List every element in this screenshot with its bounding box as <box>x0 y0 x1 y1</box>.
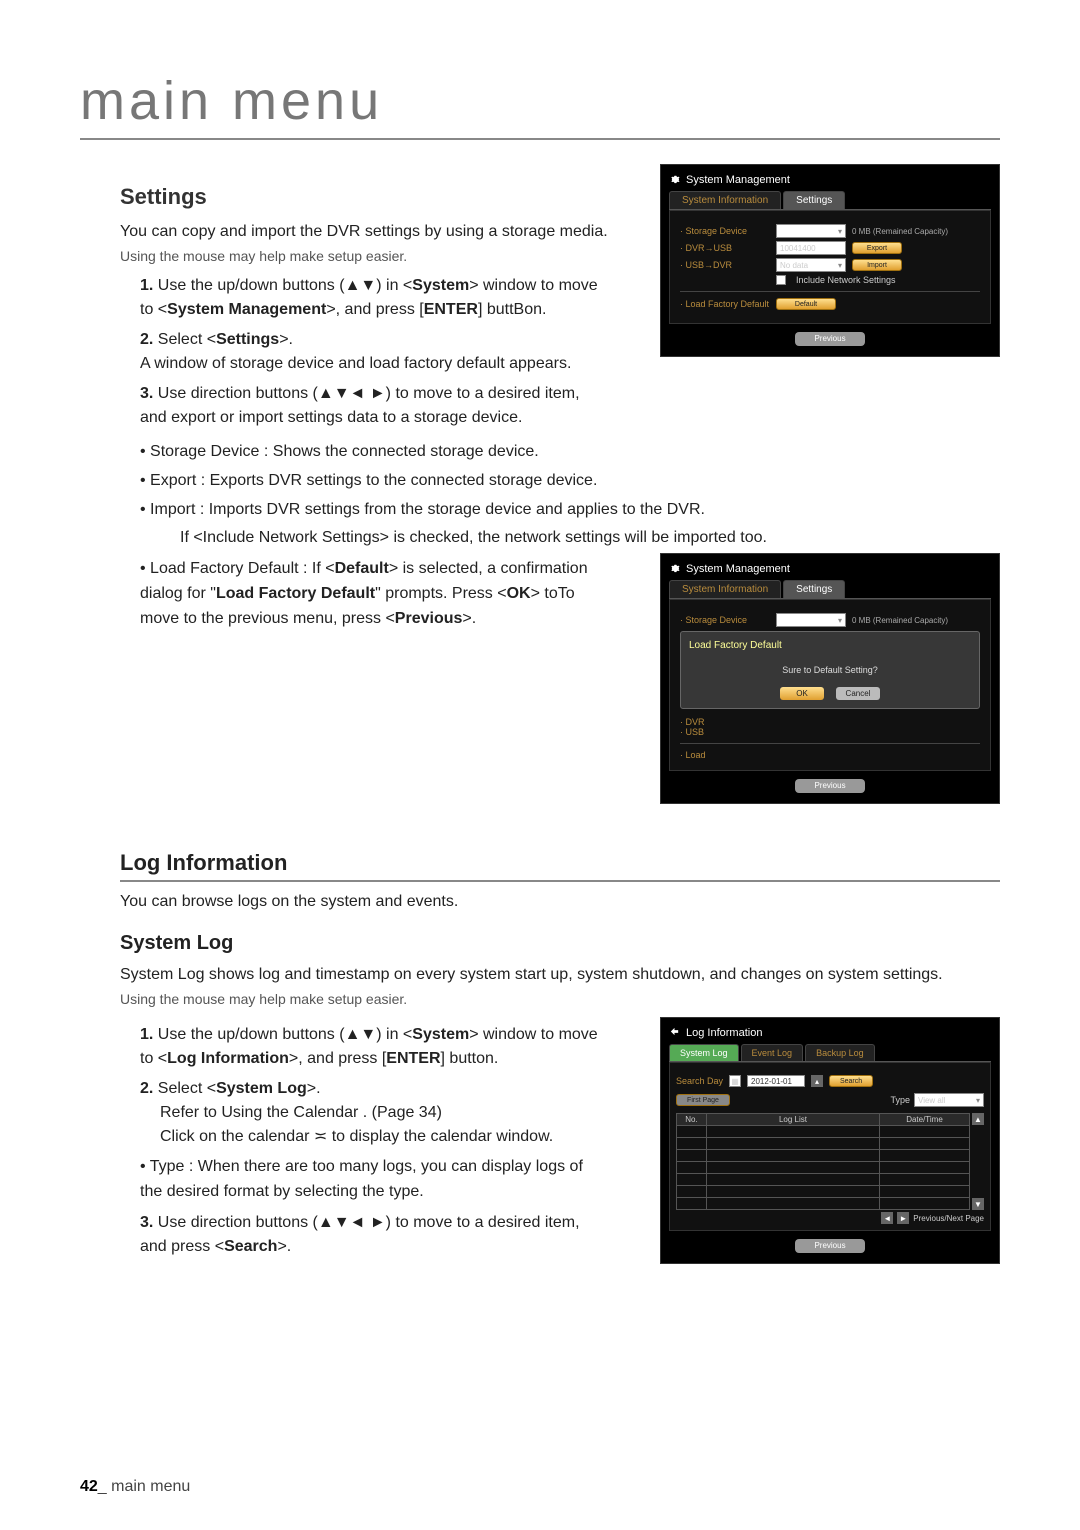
table-row <box>677 1162 970 1174</box>
bullet-storage-device: • Storage Device : Shows the connected s… <box>140 440 920 465</box>
next-page-button[interactable]: ► <box>897 1212 909 1224</box>
previous-button[interactable]: Previous <box>795 779 865 793</box>
syslog-bullet-type: • Type : When there are too many logs, y… <box>140 1155 600 1205</box>
col-log-list: Log List <box>707 1114 880 1126</box>
scroll-down-button[interactable]: ▼ <box>972 1198 984 1210</box>
type-select[interactable]: View all▾ <box>914 1093 984 1107</box>
col-date-time: Date/Time <box>880 1114 970 1126</box>
gear-icon <box>669 173 680 187</box>
confirm-dialog: Load Factory Default Sure to Default Set… <box>680 631 980 709</box>
usb-dvr-select[interactable]: No data▾ <box>776 258 846 272</box>
settings-mouse-note: Using the mouse may help make setup easi… <box>120 248 640 264</box>
first-page-button[interactable]: First Page <box>676 1094 730 1106</box>
previous-button[interactable]: Previous <box>795 332 865 346</box>
log-information-dialog: Log Information System Log Event Log Bac… <box>660 1017 1000 1264</box>
tab-backup-log[interactable]: Backup Log <box>805 1044 875 1061</box>
syslog-step-3: 3. Use direction buttons (▲▼◄ ►) to move… <box>140 1211 600 1259</box>
table-row <box>677 1174 970 1186</box>
bullet-import-sub: If <Include Network Settings> is checked… <box>180 526 1000 551</box>
dialog-title: Log Information <box>686 1027 762 1039</box>
label-usb-to-dvr: · USB→DVR <box>680 260 770 270</box>
calendar-icon[interactable]: ▦ <box>729 1075 741 1087</box>
log-table: No. Log List Date/Time <box>676 1113 970 1210</box>
label-load-factory-default: · Load Factory Default <box>680 299 770 309</box>
log-info-heading: Log Information <box>120 850 1000 882</box>
table-row <box>677 1198 970 1210</box>
tab-system-information[interactable]: System Information <box>669 580 781 598</box>
label-capacity: 0 MB (Remained Capacity) <box>852 616 948 625</box>
dialog-title: System Management <box>686 563 790 575</box>
col-no: No. <box>677 1114 707 1126</box>
tab-system-log[interactable]: System Log <box>669 1044 739 1061</box>
cancel-button[interactable]: Cancel <box>836 687 880 700</box>
label-load-stub: · Load <box>680 750 706 760</box>
system-log-mouse-note: Using the mouse may help make setup easi… <box>120 991 1000 1007</box>
settings-step-1: 1. Use the up/down buttons (▲▼) in <Syst… <box>140 274 600 322</box>
date-field[interactable]: 2012-01-01 <box>747 1075 805 1087</box>
label-include-network: Include Network Settings <box>796 275 896 285</box>
syslog-step-1: 1. Use the up/down buttons (▲▼) in <Syst… <box>140 1023 600 1071</box>
import-button[interactable]: Import <box>852 259 902 271</box>
storage-device-select[interactable]: ▾ <box>776 613 846 627</box>
system-log-intro: System Log shows log and timestamp on ev… <box>120 963 1000 987</box>
dvr-usb-value: 10041400 <box>776 241 846 255</box>
settings-step-3: 3. Use direction buttons (▲▼◄ ►) to move… <box>140 382 600 430</box>
tab-settings[interactable]: Settings <box>783 580 845 598</box>
search-button[interactable]: Search <box>829 1075 873 1087</box>
label-storage-device: · Storage Device <box>680 226 770 236</box>
storage-device-select[interactable]: ▾ <box>776 224 846 238</box>
tab-event-log[interactable]: Event Log <box>741 1044 804 1061</box>
dialog-title: System Management <box>686 174 790 186</box>
scroll-up-button[interactable]: ▲ <box>972 1113 984 1125</box>
table-row <box>677 1186 970 1198</box>
prev-page-button[interactable]: ◄ <box>881 1212 893 1224</box>
export-button[interactable]: Export <box>852 242 902 254</box>
label-dvr-stub: · DVR <box>680 717 705 727</box>
ok-button[interactable]: OK <box>780 687 824 700</box>
label-search-day: Search Day <box>676 1076 723 1086</box>
syslog-step-2: 2. Select <System Log>. Refer to Using t… <box>140 1077 600 1149</box>
previous-button[interactable]: Previous <box>795 1239 865 1253</box>
bullet-export: • Export : Exports DVR settings to the c… <box>140 469 920 494</box>
bullet-lfd: • Load Factory Default : If <Default> is… <box>140 557 600 631</box>
table-row <box>677 1126 970 1138</box>
include-network-checkbox[interactable] <box>776 275 786 285</box>
system-management-dialog: System Management System Information Set… <box>660 164 1000 357</box>
date-spin[interactable]: ▴ <box>811 1075 823 1087</box>
label-type: Type <box>890 1095 910 1105</box>
gear-icon <box>669 562 680 576</box>
tab-system-information[interactable]: System Information <box>669 191 781 209</box>
confirm-message: Sure to Default Setting? <box>689 665 971 675</box>
tab-settings[interactable]: Settings <box>783 191 845 209</box>
label-dvr-to-usb: · DVR→USB <box>680 243 770 253</box>
system-management-dialog-confirm: System Management System Information Set… <box>660 553 1000 804</box>
settings-heading: Settings <box>120 184 640 210</box>
settings-intro: You can copy and import the DVR settings… <box>120 220 640 244</box>
dialog-header: System Management <box>669 171 991 191</box>
page-title: main menu <box>80 70 1000 140</box>
default-button[interactable]: Default <box>776 298 836 310</box>
return-icon <box>669 1026 680 1040</box>
label-usb-stub: · USB <box>680 727 704 737</box>
label-capacity: 0 MB (Remained Capacity) <box>852 227 948 236</box>
page-number: 42_ main menu <box>80 1478 190 1496</box>
table-row <box>677 1138 970 1150</box>
settings-step-2: 2. Select <Settings>. A window of storag… <box>140 328 600 376</box>
confirm-title: Load Factory Default <box>689 640 971 651</box>
label-storage-device: · Storage Device <box>680 615 770 625</box>
label-prev-next-page: Previous/Next Page <box>913 1214 984 1223</box>
system-log-heading: System Log <box>120 932 1000 955</box>
log-info-intro: You can browse logs on the system and ev… <box>120 890 1000 914</box>
table-row <box>677 1150 970 1162</box>
bullet-import: • Import : Imports DVR settings from the… <box>140 498 920 523</box>
